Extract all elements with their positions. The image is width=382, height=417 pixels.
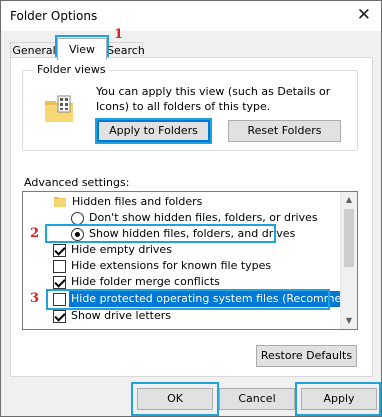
tab-view[interactable]: View xyxy=(57,38,107,60)
tab-bar: General View Search xyxy=(1,31,381,60)
hide-extensions-checkbox[interactable] xyxy=(53,260,66,273)
folder-views-description: You can apply this view (such as Details… xyxy=(96,85,331,113)
folder-view-icon xyxy=(45,95,73,122)
hide-empty-drives-label[interactable]: Hide empty drives xyxy=(71,242,172,258)
list-scrollbar[interactable]: ▲ ▼ xyxy=(340,192,357,329)
step-marker-2: 2 xyxy=(30,226,40,241)
list-item[interactable]: Show hidden files, folders, and drives xyxy=(23,226,339,242)
window-title: Folder Options xyxy=(10,9,98,23)
list-item[interactable]: Hide folder merge conflicts xyxy=(23,274,339,290)
step-marker-1: 1 xyxy=(114,27,124,42)
hide-protected-files-checkbox[interactable] xyxy=(53,293,66,306)
list-item: Hidden files and folders xyxy=(23,194,339,210)
close-icon[interactable]: ✕ xyxy=(357,5,371,25)
ok-button[interactable]: OK xyxy=(137,388,213,410)
title-bar: Folder Options ✕ xyxy=(1,1,381,31)
advanced-settings-label: Advanced settings: xyxy=(24,176,130,189)
show-hidden-radio[interactable] xyxy=(71,228,84,241)
list-item[interactable]: Hide protected operating system files (R… xyxy=(23,291,357,307)
folder-icon xyxy=(54,197,66,207)
folder-views-label: Folder views xyxy=(34,63,109,76)
hide-protected-files-label[interactable]: Hide protected operating system files (R… xyxy=(69,291,357,307)
hide-empty-drives-checkbox[interactable] xyxy=(53,244,66,257)
advanced-settings-list[interactable]: Hidden files and folders Don't show hidd… xyxy=(22,191,358,330)
step-marker-3: 3 xyxy=(30,291,40,306)
hide-folder-merge-checkbox[interactable] xyxy=(53,276,66,289)
hidden-files-category: Hidden files and folders xyxy=(72,195,203,208)
scroll-thumb[interactable] xyxy=(344,209,354,267)
hide-extensions-label[interactable]: Hide extensions for known file types xyxy=(71,258,271,274)
dont-show-hidden-radio[interactable] xyxy=(71,212,84,225)
list-item[interactable]: Hide extensions for known file types xyxy=(23,258,339,274)
list-item[interactable]: Don't show hidden files, folders, or dri… xyxy=(23,210,339,226)
folder-options-window: Folder Options ✕ General View Search 1 F… xyxy=(0,0,382,417)
list-item[interactable]: Hide empty drives xyxy=(23,242,339,258)
show-drive-letters-checkbox[interactable] xyxy=(53,310,66,323)
cancel-button[interactable]: Cancel xyxy=(219,388,295,410)
show-hidden-label[interactable]: Show hidden files, folders, and drives xyxy=(89,226,295,242)
hide-folder-merge-label[interactable]: Hide folder merge conflicts xyxy=(71,274,220,290)
apply-to-folders-button[interactable]: Apply to Folders xyxy=(97,120,210,142)
list-item[interactable]: Show drive letters xyxy=(23,308,339,324)
scroll-down-icon[interactable]: ▼ xyxy=(341,313,357,329)
reset-folders-button[interactable]: Reset Folders xyxy=(228,120,341,142)
apply-button[interactable]: Apply xyxy=(301,388,377,410)
dont-show-hidden-label[interactable]: Don't show hidden files, folders, or dri… xyxy=(89,210,318,226)
restore-defaults-button[interactable]: Restore Defaults xyxy=(256,345,357,367)
show-drive-letters-label[interactable]: Show drive letters xyxy=(71,308,171,324)
scroll-up-icon[interactable]: ▲ xyxy=(341,192,357,208)
